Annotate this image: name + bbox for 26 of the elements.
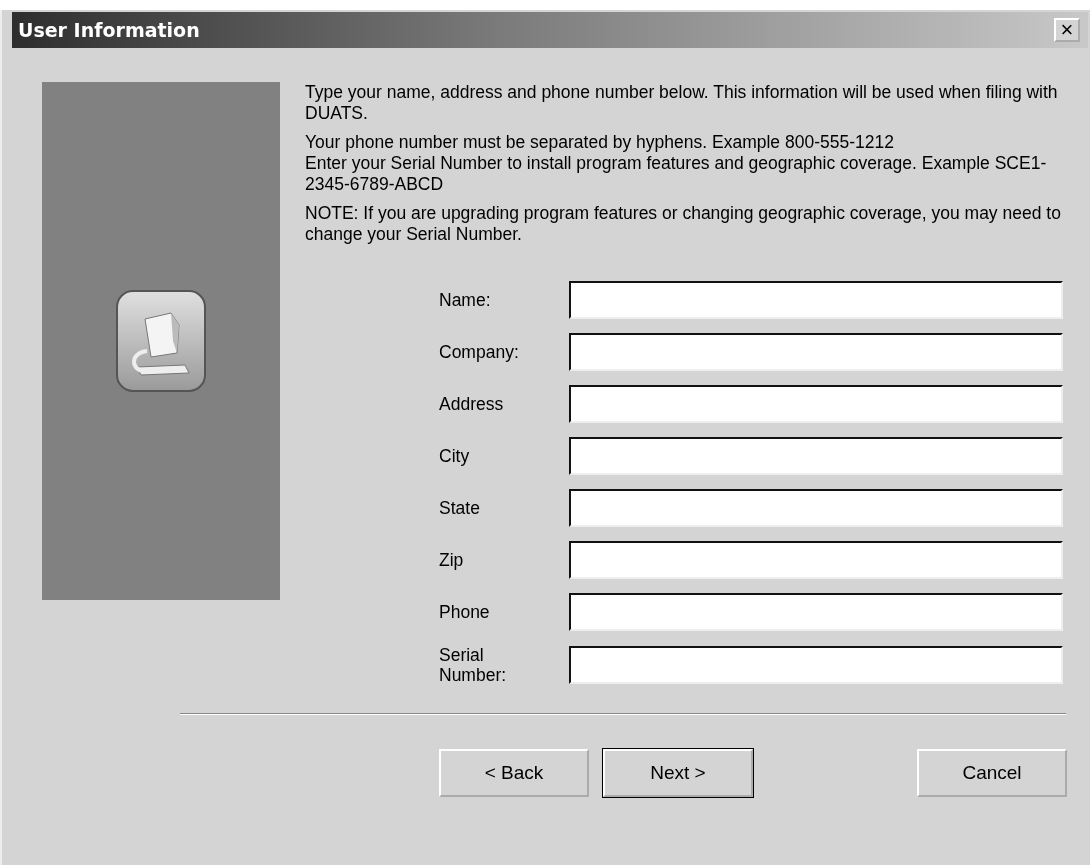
field-label: Company: — [439, 342, 520, 362]
field-label: Zip — [439, 550, 465, 570]
input-field[interactable] — [569, 593, 1063, 631]
field-label: Name: — [439, 290, 492, 310]
field-label: State — [439, 498, 481, 518]
field-label: City — [439, 446, 471, 466]
field-label: Phone — [439, 602, 491, 622]
wizard-button[interactable]: Cancel — [917, 749, 1067, 797]
instruction-text: Type your name, address and phone number below. This information will be used when filing with DUATS. — [305, 82, 1059, 124]
instruction-text: Your phone number must be separated by hyphens. Example 800-555-1212 — [305, 132, 895, 153]
computer-icon — [115, 289, 207, 393]
input-field[interactable] — [569, 646, 1063, 684]
input-field[interactable] — [569, 489, 1063, 527]
input-field[interactable] — [569, 541, 1063, 579]
field-label: Serial Number: — [439, 645, 508, 685]
instruction-text: Enter your Serial Number to install program features and geographic coverage. Example SCE1-2345-6789-ABCD — [305, 153, 1048, 195]
wizard-button[interactable]: Next > — [603, 749, 753, 797]
input-field[interactable] — [569, 281, 1063, 319]
input-field[interactable] — [569, 437, 1063, 475]
input-field[interactable] — [569, 385, 1063, 423]
instruction-text: NOTE: If you are upgrading program features or changing geographic coverage, you may need to change your Serial Number. — [305, 203, 1062, 245]
close-button[interactable]: × — [1054, 18, 1080, 42]
field-label: Address — [439, 394, 505, 414]
window-title: User Information — [18, 19, 200, 41]
wizard-button[interactable]: < Back — [439, 749, 589, 797]
input-field[interactable] — [569, 333, 1063, 371]
